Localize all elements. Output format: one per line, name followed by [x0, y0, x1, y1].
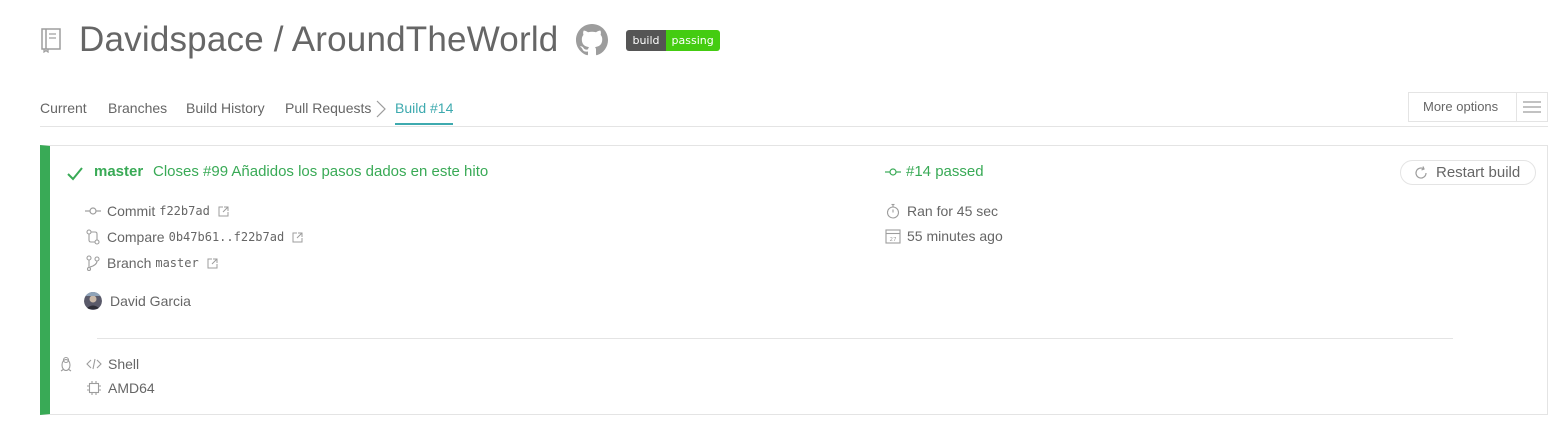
calendar-icon: 27 — [885, 228, 907, 244]
tab-pull-requests[interactable]: Pull Requests — [285, 100, 371, 116]
commit-node-icon — [885, 167, 906, 177]
external-link-icon[interactable] — [199, 258, 218, 269]
badge-status: passing — [665, 29, 720, 51]
avatar — [84, 292, 102, 310]
build-branch-link[interactable]: master — [94, 163, 143, 180]
arch-text: AMD64 — [108, 380, 155, 396]
duration-row: Ran for 45 sec — [885, 203, 998, 219]
compare-label: Compare — [107, 229, 165, 245]
stopwatch-icon — [885, 203, 907, 219]
badge-label: build — [626, 29, 666, 51]
restart-build-button[interactable]: Restart build — [1400, 160, 1536, 185]
build-status-text: #14 passed — [906, 163, 984, 180]
tab-build-history[interactable]: Build History — [186, 100, 265, 116]
repo-icon — [40, 27, 79, 53]
branch-label: Branch — [107, 255, 152, 271]
language-row: Shell — [58, 356, 139, 372]
more-options-button[interactable]: More options — [1408, 92, 1548, 122]
github-icon[interactable] — [558, 24, 609, 56]
arch-row: AMD64 — [86, 380, 155, 396]
build-status-badge[interactable]: build passing — [626, 29, 720, 51]
branch-icon — [85, 255, 107, 271]
language-text: Shell — [108, 356, 140, 372]
tab-current[interactable]: Current — [40, 100, 87, 116]
build-summary-card: master Closes #99 Añadidos los pasos dad… — [40, 145, 1548, 415]
finished-row: 27 55 minutes ago — [885, 228, 1003, 244]
commit-icon — [85, 203, 107, 219]
repo-title[interactable]: Davidspace / AroundTheWorld — [79, 20, 558, 60]
repo-header: Davidspace / AroundTheWorld build passin… — [40, 18, 720, 62]
commit-row: Commit f22b7ad — [85, 203, 229, 219]
tab-build-current[interactable]: Build #14 — [395, 100, 454, 125]
branch-row: Branch master — [85, 255, 218, 271]
compare-range-link[interactable]: 0b47b61..f22b7ad — [169, 230, 285, 244]
code-icon — [86, 356, 108, 372]
build-number-status: #14 passed — [885, 163, 984, 180]
external-link-icon[interactable] — [284, 232, 303, 243]
commit-message: Closes #99 Añadidos los pasos dados en e… — [153, 163, 489, 180]
cpu-chip-icon — [86, 380, 108, 396]
linux-os-icon — [58, 356, 86, 372]
duration-text: Ran for 45 sec — [907, 203, 999, 219]
external-link-icon[interactable] — [210, 206, 229, 217]
author-row: David Garcia — [84, 292, 191, 310]
repo-tabs: Current Branches Build History Pull Requ… — [40, 92, 1548, 127]
branch-value-link[interactable]: master — [155, 256, 198, 270]
restart-build-label: Restart build — [1436, 164, 1521, 181]
more-options-label: More options — [1409, 93, 1517, 121]
restart-icon — [1401, 165, 1436, 180]
commit-label: Commit — [107, 203, 156, 219]
commit-sha-link[interactable]: f22b7ad — [159, 204, 210, 218]
compare-icon — [85, 229, 107, 245]
compare-row: Compare 0b47b61..f22b7ad — [85, 229, 303, 245]
author-name: David Garcia — [110, 293, 191, 309]
tab-branches[interactable]: Branches — [108, 100, 167, 116]
card-divider — [97, 338, 1453, 339]
finished-text: 55 minutes ago — [907, 228, 1003, 244]
hamburger-menu-icon[interactable] — [1517, 93, 1547, 121]
calendar-day: 27 — [890, 237, 897, 243]
